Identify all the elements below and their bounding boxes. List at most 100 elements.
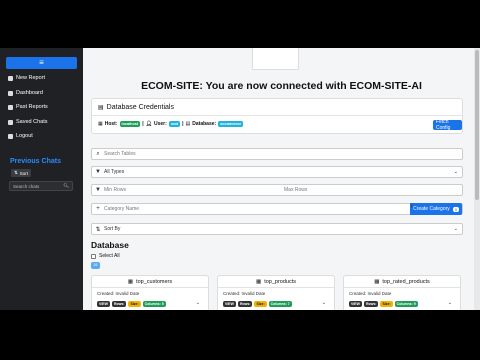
chevron-down-icon: ⌄ bbox=[453, 169, 458, 175]
sidebar-item-label: Dashboard bbox=[16, 90, 43, 96]
sidebar-item-label: Logout bbox=[16, 133, 33, 139]
server-icon: ▦ bbox=[98, 121, 103, 127]
table-icon: ▦ bbox=[255, 278, 262, 285]
database-badge: ecommerce bbox=[218, 121, 244, 127]
select-all-toggle[interactable]: Select All bbox=[91, 253, 120, 259]
sort-by-select[interactable]: ⇅ Sort By ⌄ bbox=[91, 223, 463, 235]
select-all-checkbox[interactable] bbox=[91, 253, 96, 259]
max-rows-input[interactable]: Max Rows bbox=[284, 187, 307, 193]
database-section-title: Database bbox=[91, 240, 129, 250]
folder-icon bbox=[8, 104, 13, 110]
scrollbar[interactable] bbox=[474, 48, 480, 310]
row-range-filter[interactable]: ▼ Min Rows Max Rows bbox=[91, 184, 463, 196]
min-rows-input[interactable]: Min Rows bbox=[104, 187, 284, 193]
search-chats-input[interactable]: Search chats 🔍︎ bbox=[9, 181, 73, 191]
chat-icon bbox=[8, 119, 13, 125]
sort-icon: ⇅ bbox=[95, 226, 101, 233]
chevron-down-icon[interactable]: ⌄ bbox=[322, 300, 326, 306]
menu-toggle-button[interactable]: ≡ bbox=[6, 57, 77, 69]
sort-chats-button[interactable]: ⇅ Sort bbox=[11, 169, 32, 177]
filter-icon: ▼ bbox=[95, 169, 101, 175]
logo bbox=[252, 48, 299, 70]
host-label: Host: bbox=[104, 121, 118, 127]
table-card[interactable]: ▦ top_customers Created: Invalid Date VI… bbox=[91, 275, 209, 310]
category-count-badge: 0 bbox=[452, 206, 459, 212]
search-tables-input[interactable]: ⌕ Search Tables bbox=[91, 148, 463, 160]
sidebar-item-new-report[interactable]: New Report bbox=[8, 75, 45, 81]
credentials-header: ▤ Database Credentials bbox=[98, 104, 174, 111]
table-name: top_products bbox=[264, 278, 296, 285]
chevron-down-icon[interactable]: ⌄ bbox=[196, 300, 200, 306]
divider bbox=[92, 115, 462, 116]
sidebar-item-saved-chats[interactable]: Saved Chats bbox=[8, 119, 48, 125]
type-filter-select[interactable]: ▼ All Types ⌄ bbox=[91, 166, 463, 178]
sidebar-item-label: Past Reports bbox=[16, 104, 48, 110]
dashboard-icon bbox=[8, 90, 13, 96]
chevron-down-icon: ⌄ bbox=[453, 226, 458, 232]
app-window: ≡ New Report Dashboard Past Reports Save… bbox=[0, 48, 480, 310]
columns-badge: Columns: 7 bbox=[268, 301, 292, 307]
separator: | bbox=[142, 121, 144, 127]
size-badge: Size: bbox=[128, 301, 141, 307]
rows-badge: Rows: bbox=[363, 301, 379, 307]
table-badges: VIEW Rows: Size: Columns: 5 bbox=[97, 301, 166, 307]
table-card-header: ▦ top_rated_products bbox=[344, 276, 460, 288]
size-badge: Size: bbox=[254, 301, 267, 307]
table-name: top_customers bbox=[136, 278, 173, 285]
table-card[interactable]: ▦ top_rated_products Created: Invalid Da… bbox=[343, 275, 461, 310]
database-small-icon: ▤ bbox=[185, 121, 191, 127]
view-badge: VIEW bbox=[349, 301, 362, 307]
view-badge: VIEW bbox=[223, 301, 236, 307]
page-title: ECOM-SITE: You are now connected with EC… bbox=[141, 80, 422, 92]
category-name-placeholder: Category Name bbox=[104, 206, 140, 212]
category-name-input[interactable]: + Category Name Create Category 0 bbox=[91, 203, 463, 215]
sidebar-item-logout[interactable]: Logout bbox=[8, 133, 33, 139]
logout-icon bbox=[8, 133, 13, 139]
table-card-header: ▦ top_customers bbox=[92, 276, 208, 288]
table-icon: ▦ bbox=[374, 278, 380, 285]
sidebar: ≡ New Report Dashboard Past Reports Save… bbox=[0, 48, 83, 310]
create-category-button[interactable]: Create Category 0 bbox=[410, 203, 462, 215]
chevron-down-icon[interactable]: ⌄ bbox=[448, 300, 452, 306]
fetch-config-button[interactable]: Fetch Config bbox=[433, 119, 462, 131]
size-badge: Size: bbox=[380, 301, 393, 307]
rows-badge: Rows: bbox=[111, 301, 127, 307]
table-name: top_rated_products bbox=[382, 278, 430, 285]
credentials-row: ▦ Host: localhost | 👤︎ User: root | ▤ Da… bbox=[98, 121, 244, 127]
user-label: User: bbox=[153, 121, 167, 127]
plus-icon: + bbox=[96, 206, 100, 212]
sidebar-item-past-reports[interactable]: Past Reports bbox=[8, 104, 48, 110]
table-card-header: ▦ top_products bbox=[218, 276, 334, 288]
table-count-badge: 26 bbox=[91, 262, 100, 269]
view-badge: VIEW bbox=[97, 301, 110, 307]
user-badge: root bbox=[168, 121, 181, 127]
type-filter-value: All Types bbox=[104, 169, 125, 175]
table-badges: VIEW Rows: Size: Columns: 7 bbox=[223, 301, 292, 307]
rows-badge: Rows: bbox=[237, 301, 253, 307]
sidebar-item-label: Saved Chats bbox=[16, 119, 48, 125]
scrollbar-thumb[interactable] bbox=[475, 50, 479, 200]
table-badges: VIEW Rows: Size: Columns: 9 bbox=[349, 301, 418, 307]
report-icon bbox=[8, 75, 13, 81]
table-created: Created: Invalid Date bbox=[349, 291, 392, 296]
sidebar-item-dashboard[interactable]: Dashboard bbox=[8, 90, 43, 96]
filter-icon: ▼ bbox=[95, 187, 101, 193]
search-chats-placeholder: Search chats bbox=[13, 183, 40, 189]
sort-label: Sort bbox=[19, 170, 29, 176]
previous-chats-title: Previous Chats bbox=[10, 158, 61, 165]
main-content: ECOM-SITE: You are now connected with EC… bbox=[83, 48, 480, 310]
columns-badge: Columns: 9 bbox=[394, 301, 418, 307]
credentials-title: Database Credentials bbox=[106, 104, 174, 111]
search-tables-placeholder: Search Tables bbox=[104, 151, 136, 157]
columns-badge: Columns: 5 bbox=[142, 301, 166, 307]
database-credentials-card: ▤ Database Credentials ▦ Host: localhost… bbox=[91, 98, 463, 134]
table-created: Created: Invalid Date bbox=[97, 291, 140, 296]
hamburger-icon: ≡ bbox=[39, 58, 44, 67]
search-icon[interactable]: 🔍︎ bbox=[63, 183, 69, 189]
search-icon: ⌕ bbox=[96, 150, 100, 157]
select-all-label: Select All bbox=[99, 253, 120, 259]
text-cursor-icon: I bbox=[411, 204, 413, 210]
create-category-label: Create Category bbox=[413, 206, 450, 212]
table-card[interactable]: ▦ top_products Created: Invalid Date VIE… bbox=[217, 275, 335, 310]
user-icon: 👤︎ bbox=[145, 121, 152, 127]
